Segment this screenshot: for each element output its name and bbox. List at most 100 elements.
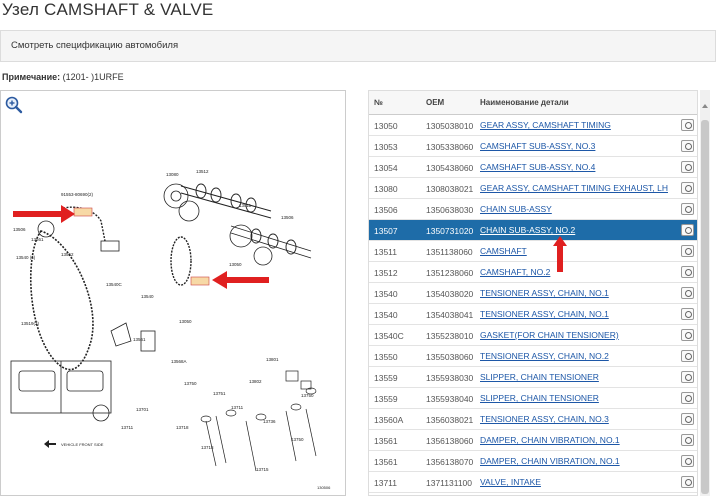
table-row[interactable]: 13559 1355938040 SLIPPER, CHAIN TENSIONER [369, 388, 697, 409]
info-icon[interactable] [681, 287, 694, 299]
info-icon[interactable] [681, 224, 694, 236]
svg-text:13711: 13711 [121, 425, 134, 430]
part-name-link[interactable]: GEAR ASSY, CAMSHAFT TIMING [480, 120, 611, 130]
table-row[interactable]: 13540C 1355238010 GASKET(FOR CHAIN TENSION… [369, 325, 697, 346]
svg-text:130506: 130506 [317, 485, 331, 490]
info-icon[interactable] [681, 140, 694, 152]
cell-num: 13506 [374, 205, 398, 215]
part-name-link[interactable]: CHAIN SUB-ASSY [480, 204, 552, 214]
info-icon[interactable] [681, 308, 694, 320]
svg-text:VEHICLE FRONT SIDE: VEHICLE FRONT SIDE [61, 442, 104, 447]
info-icon[interactable] [681, 392, 694, 404]
info-icon[interactable] [681, 182, 694, 194]
header-oem: OEM [426, 98, 445, 107]
cell-oem: 1355938040 [426, 394, 474, 404]
cell-oem: 1356138070 [426, 457, 474, 467]
svg-text:13506: 13506 [281, 215, 294, 220]
part-name-link[interactable]: SLIPPER, CHAIN TENSIONER [480, 372, 599, 382]
part-name-link[interactable]: TENSIONER ASSY, CHAIN, NO.3 [480, 414, 609, 424]
cell-oem: 1351238060 [426, 268, 474, 278]
cell-num: 13559 [374, 373, 398, 383]
table-row[interactable]: 13054 1305438060 CAMSHAFT SUB-ASSY, NO.4 [369, 157, 697, 178]
table-row[interactable]: 13711 1371131100 VALVE, INTAKE [369, 472, 697, 493]
info-icon[interactable] [681, 413, 694, 425]
part-name-link[interactable]: GEAR ASSY, CAMSHAFT TIMING EXHAUST, LH [480, 183, 668, 193]
header-num: № [374, 98, 383, 107]
svg-text:13540C: 13540C [106, 282, 123, 287]
part-name-link[interactable]: TENSIONER ASSY, CHAIN, NO.1 [480, 288, 609, 298]
cell-num: 13080 [374, 184, 398, 194]
table-row[interactable]: 13561 1356138070 DAMPER, CHAIN VIBRATION, … [369, 451, 697, 472]
cell-oem: 1356038021 [426, 415, 474, 425]
part-name-link[interactable]: SLIPPER, CHAIN TENSIONER [480, 393, 599, 403]
svg-text:13715: 13715 [256, 467, 269, 472]
note-value: (1201- )1URFE [62, 72, 124, 82]
parts-table: № OEM Наименование детали 13050 130503801… [368, 90, 698, 496]
table-body: 13050 1305038010 GEAR ASSY, CAMSHAFT TIMIN… [369, 115, 697, 493]
svg-text:13561: 13561 [31, 237, 44, 242]
part-name-link[interactable]: CAMSHAFT, NO.2 [480, 267, 550, 277]
part-name-link[interactable]: CAMSHAFT [480, 246, 527, 256]
table-row[interactable]: 13540 1354038020 TENSIONER ASSY, CHAIN, NO… [369, 283, 697, 304]
info-icon[interactable] [681, 266, 694, 278]
cell-num: 13711 [374, 478, 398, 488]
scroll-up-arrow[interactable] [700, 90, 710, 114]
svg-text:13511: 13511 [239, 203, 252, 208]
cell-oem: 1355238010 [426, 331, 474, 341]
spec-link[interactable]: Смотреть спецификацию автомобиля [11, 40, 178, 51]
table-row[interactable]: 13560A 1356038021 TENSIONER ASSY, CHAIN, N… [369, 409, 697, 430]
cell-num: 13559 [374, 394, 398, 404]
svg-text:13736: 13736 [263, 419, 276, 424]
info-icon[interactable] [681, 203, 694, 215]
part-name-link[interactable]: TENSIONER ASSY, CHAIN, NO.1 [480, 309, 609, 319]
cell-num: 13511 [374, 247, 398, 257]
table-row[interactable]: 13550 1355038060 TENSIONER ASSY, CHAIN, NO… [369, 346, 697, 367]
table-row[interactable]: 13561 1356138060 DAMPER, CHAIN VIBRATION, … [369, 430, 697, 451]
part-name-link[interactable]: TENSIONER ASSY, CHAIN, NO.2 [480, 351, 609, 361]
table-row[interactable]: 13507 1350731020 CHAIN SUB-ASSY, NO.2 [369, 220, 697, 241]
table-row[interactable]: 13050 1305038010 GEAR ASSY, CAMSHAFT TIMIN… [369, 115, 697, 136]
part-name-link[interactable]: DAMPER, CHAIN VIBRATION, NO.1 [480, 435, 620, 445]
table-row[interactable]: 13559 1355938030 SLIPPER, CHAIN TENSIONER [369, 367, 697, 388]
scrollbar[interactable] [700, 114, 710, 496]
table-row[interactable]: 13540 1354038041 TENSIONER ASSY, CHAIN, NO… [369, 304, 697, 325]
info-icon[interactable] [681, 434, 694, 446]
svg-text:13718: 13718 [201, 445, 214, 450]
cell-oem: 1355038060 [426, 352, 474, 362]
table-row[interactable]: 13511 1351138060 CAMSHAFT [369, 241, 697, 262]
diagram-drawing: 91553-80690(2) 13080 13512 13511 13506 135… [10, 169, 331, 490]
cell-oem: 1308038021 [426, 184, 474, 194]
svg-text:13562: 13562 [61, 252, 74, 257]
table-row[interactable]: 13512 1351238060 CAMSHAFT, NO.2 [369, 262, 697, 283]
info-icon[interactable] [681, 476, 694, 488]
spec-bar[interactable]: Смотреть спецификацию автомобиля [0, 30, 716, 62]
table-row[interactable]: 13053 1305338060 CAMSHAFT SUB-ASSY, NO.3 [369, 136, 697, 157]
info-icon[interactable] [681, 371, 694, 383]
table-row[interactable]: 13080 1308038021 GEAR ASSY, CAMSHAFT TIMIN… [369, 178, 697, 199]
info-icon[interactable] [681, 119, 694, 131]
svg-text:13751: 13751 [213, 391, 226, 396]
part-name-link[interactable]: GASKET(FOR CHAIN TENSIONER) [480, 330, 619, 340]
cell-oem: 1354038020 [426, 289, 474, 299]
header-name: Наименование детали [480, 98, 569, 107]
scrollbar-thumb[interactable] [701, 120, 709, 494]
part-name-link[interactable]: CAMSHAFT SUB-ASSY, NO.4 [480, 162, 595, 172]
info-icon[interactable] [681, 161, 694, 173]
part-name-link[interactable]: VALVE, INTAKE [480, 477, 541, 487]
part-name-link[interactable]: CHAIN SUB-ASSY, NO.2 [480, 225, 575, 235]
table-row[interactable]: 13506 1350638030 CHAIN SUB-ASSY [369, 199, 697, 220]
parts-diagram[interactable]: 91553-80690(2) 13080 13512 13511 13506 135… [0, 90, 346, 496]
info-icon[interactable] [681, 350, 694, 362]
cell-oem: 1371131100 [426, 478, 473, 488]
info-icon[interactable] [681, 329, 694, 341]
info-icon[interactable] [681, 455, 694, 467]
svg-text:13050: 13050 [179, 319, 192, 324]
svg-text:13711: 13711 [231, 405, 244, 410]
part-name-link[interactable]: DAMPER, CHAIN VIBRATION, NO.1 [480, 456, 620, 466]
cell-num: 13560A [374, 415, 404, 425]
part-name-link[interactable]: CAMSHAFT SUB-ASSY, NO.3 [480, 141, 595, 151]
svg-text:13540 (6): 13540 (6) [16, 255, 36, 260]
svg-text:13050: 13050 [229, 262, 242, 267]
info-icon[interactable] [681, 245, 694, 257]
cell-num: 13050 [374, 121, 398, 131]
